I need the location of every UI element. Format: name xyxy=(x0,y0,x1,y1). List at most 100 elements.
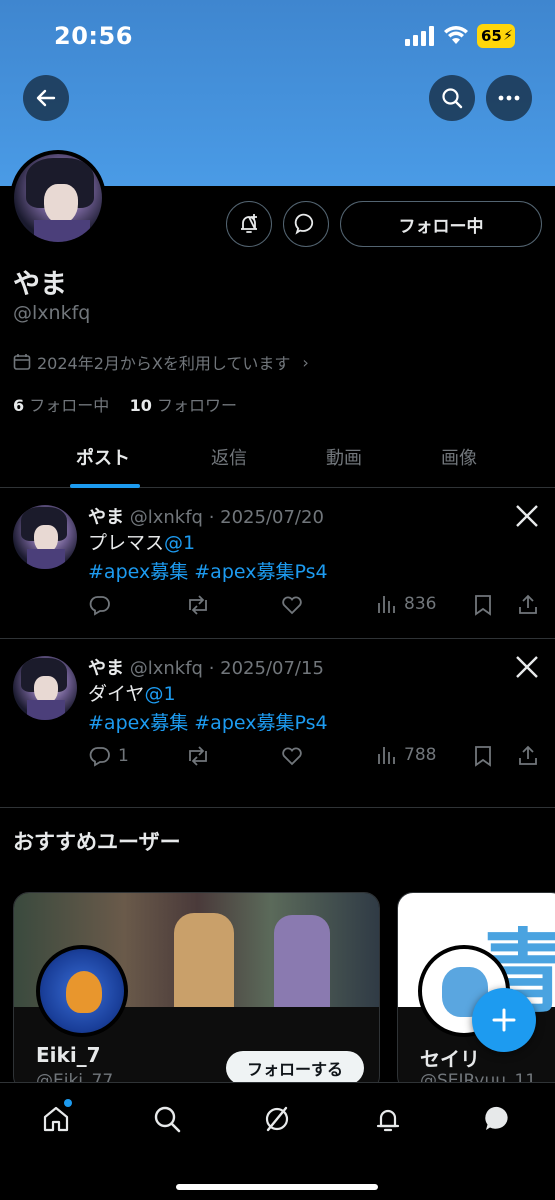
post-mention[interactable]: @1 xyxy=(164,532,195,554)
search-button[interactable] xyxy=(429,75,475,121)
followers-link[interactable]: 10 フォロワー xyxy=(130,396,237,415)
home-notification-dot xyxy=(64,1099,72,1107)
signal-icon xyxy=(405,26,434,46)
bookmark-button[interactable] xyxy=(472,593,494,617)
nav-grok[interactable] xyxy=(259,1101,295,1137)
charging-icon: ⚡ xyxy=(503,28,513,44)
recommended-title: おすすめユーザー xyxy=(13,830,181,854)
nav-home[interactable] xyxy=(38,1099,74,1137)
nav-messages[interactable] xyxy=(480,1101,516,1137)
like-icon xyxy=(282,747,302,766)
repost-icon xyxy=(189,746,207,766)
battery-level: 65 xyxy=(481,27,502,45)
post-mention[interactable]: @1 xyxy=(144,683,175,705)
x-logo-icon xyxy=(516,505,538,527)
status-time: 20:56 xyxy=(54,22,133,50)
post-hashtags[interactable]: #apex募集 #apex募集Ps4 xyxy=(88,558,328,587)
reply-count: 1 xyxy=(118,746,129,766)
like-icon xyxy=(282,596,302,615)
back-icon xyxy=(36,89,56,107)
battery-indicator: 65 ⚡ xyxy=(477,24,515,48)
search-icon xyxy=(154,1106,181,1133)
share-button[interactable] xyxy=(516,593,540,617)
share-button[interactable] xyxy=(516,744,540,768)
post-text: ダイヤ xyxy=(88,683,145,705)
follow-stats: 6 フォロー中 10 フォロワー xyxy=(13,392,237,416)
bookmark-icon xyxy=(475,595,491,616)
views-button[interactable]: 788 xyxy=(376,744,436,766)
post-author-name: やま xyxy=(88,507,124,528)
views-icon xyxy=(378,596,395,613)
wifi-icon xyxy=(444,26,468,44)
search-icon xyxy=(442,88,463,109)
post-actions: 836 xyxy=(88,593,548,623)
tab-images[interactable]: 画像 xyxy=(441,444,477,470)
share-icon xyxy=(519,594,537,614)
views-button[interactable]: 836 xyxy=(376,593,436,615)
bookmark-icon xyxy=(475,746,491,767)
followers-count: 10 xyxy=(129,396,152,415)
follow-button[interactable]: フォローする xyxy=(226,1051,364,1085)
like-button[interactable] xyxy=(280,593,304,617)
profile-handle: @lxnkfq xyxy=(13,302,91,324)
reply-button[interactable]: 1 xyxy=(88,744,129,768)
grok-icon xyxy=(265,1106,289,1132)
post-text: プレマス xyxy=(88,532,165,554)
repost-icon xyxy=(189,595,207,615)
notify-add-icon xyxy=(241,214,257,233)
recommended-user-card[interactable]: 青 セイリ @SEIRyuu_11 xyxy=(397,892,555,1092)
message-button[interactable] xyxy=(283,201,329,247)
share-icon xyxy=(519,745,537,765)
following-count: 6 xyxy=(13,396,25,415)
profile-tabs: ポスト 返信 動画 画像 xyxy=(0,430,555,488)
tab-posts[interactable]: ポスト xyxy=(76,444,130,470)
message-icon xyxy=(294,213,314,235)
active-tab-indicator xyxy=(70,484,140,488)
user-card-name: Eiki_7 xyxy=(36,1043,101,1067)
compose-button[interactable] xyxy=(472,988,536,1052)
home-icon xyxy=(43,1106,69,1132)
nav-search[interactable] xyxy=(149,1101,185,1137)
reply-icon xyxy=(89,596,110,616)
nav-notifications[interactable] xyxy=(370,1101,406,1137)
recommended-user-card[interactable]: Eiki_7 @Eiki_77 フォローする xyxy=(13,892,380,1092)
chevron-right-icon: › xyxy=(302,352,309,372)
post-body: ダイヤ@1 #apex募集 #apex募集Ps4 xyxy=(88,680,328,738)
views-count: 788 xyxy=(404,745,437,765)
compose-icon xyxy=(492,1008,516,1032)
joined-date[interactable]: 2024年2月からXを利用しています › xyxy=(13,350,309,374)
home-indicator xyxy=(176,1184,378,1190)
views-count: 836 xyxy=(404,594,437,614)
post-hashtags[interactable]: #apex募集 #apex募集Ps4 xyxy=(88,709,328,738)
status-bar: 20:56 65 ⚡ xyxy=(0,0,555,70)
repost-button[interactable] xyxy=(185,744,211,768)
more-icon xyxy=(498,95,520,101)
post-avatar[interactable] xyxy=(13,656,77,720)
post-meta: @lxnkfq · 2025/07/15 xyxy=(129,658,324,679)
display-name: やま xyxy=(13,269,67,300)
reply-button[interactable] xyxy=(88,593,118,617)
post-header: やま @lxnkfq · 2025/07/20 xyxy=(88,503,324,529)
tab-replies[interactable]: 返信 xyxy=(211,444,247,470)
post-actions: 1 788 xyxy=(88,744,548,774)
following-button[interactable]: フォロー中 xyxy=(340,201,542,247)
x-logo-icon xyxy=(516,656,538,678)
notify-button[interactable] xyxy=(226,201,272,247)
bottom-navigation xyxy=(0,1082,555,1200)
repost-button[interactable] xyxy=(185,593,211,617)
post-meta: @lxnkfq · 2025/07/20 xyxy=(129,507,324,528)
joined-text: 2024年2月からXを利用しています xyxy=(37,354,291,373)
post[interactable]: やま @lxnkfq · 2025/07/20 プレマス@1 #apex募集 #… xyxy=(0,489,555,639)
tab-videos[interactable]: 動画 xyxy=(326,444,362,470)
like-button[interactable] xyxy=(280,744,304,768)
post[interactable]: やま @lxnkfq · 2025/07/15 ダイヤ@1 #apex募集 #a… xyxy=(0,640,555,808)
post-avatar[interactable] xyxy=(13,505,77,569)
followers-label: フォロワー xyxy=(156,396,237,415)
reply-icon xyxy=(89,747,110,767)
back-button[interactable] xyxy=(23,75,69,121)
user-card-avatar[interactable] xyxy=(36,945,128,1037)
following-link[interactable]: 6 フォロー中 xyxy=(13,396,109,415)
bookmark-button[interactable] xyxy=(472,744,494,768)
more-button[interactable] xyxy=(486,75,532,121)
profile-avatar[interactable] xyxy=(10,150,106,246)
